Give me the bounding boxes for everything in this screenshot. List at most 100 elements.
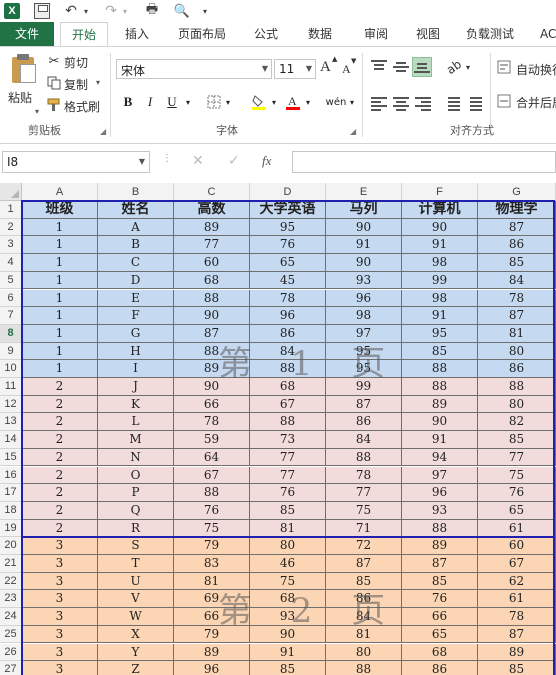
table-cell[interactable]: 84 (326, 431, 402, 449)
table-cell[interactable]: 96 (326, 289, 402, 308)
table-cell[interactable]: W (98, 608, 174, 626)
table-cell[interactable]: 78 (478, 608, 556, 626)
table-cell[interactable]: 85 (478, 661, 556, 675)
shrink-font-button[interactable]: A (342, 62, 351, 77)
row-header[interactable]: 17 (0, 484, 22, 502)
table-cell[interactable]: 88 (250, 413, 326, 432)
table-cell[interactable]: 90 (402, 413, 478, 432)
table-cell[interactable]: 90 (250, 625, 326, 644)
table-cell[interactable]: 87 (478, 218, 556, 237)
table-cell[interactable]: E (98, 289, 174, 308)
table-cell[interactable]: 46 (250, 555, 326, 573)
increase-indent-icon[interactable] (464, 95, 482, 111)
table-cell[interactable]: 73 (250, 431, 326, 449)
table-cell[interactable]: 88 (402, 378, 478, 396)
table-cell[interactable]: 89 (174, 643, 250, 662)
italic-button[interactable]: I (142, 93, 158, 111)
table-cell[interactable]: 88 (250, 360, 326, 378)
bold-button[interactable]: B (120, 93, 136, 111)
phonetic-dropdown-icon[interactable]: ▾ (348, 93, 356, 111)
table-cell[interactable]: 60 (174, 254, 250, 272)
table-cell[interactable]: Z (98, 661, 174, 675)
tab-page-layout[interactable]: 页面布局 (170, 22, 234, 46)
row-header[interactable]: 2 (0, 218, 22, 237)
drag-handle-icon[interactable]: ⋮ (162, 153, 172, 164)
table-cell[interactable]: 76 (174, 501, 250, 520)
table-cell[interactable]: 88 (402, 519, 478, 538)
copy-button[interactable]: 复制 (64, 76, 88, 93)
table-cell[interactable]: 1 (22, 342, 98, 361)
align-top-icon[interactable] (370, 59, 388, 75)
format-painter-button[interactable]: 格式刷 (64, 98, 100, 115)
tab-home[interactable]: 开始 (60, 22, 108, 47)
table-cell[interactable]: 87 (402, 555, 478, 573)
table-cell[interactable]: A (98, 218, 174, 237)
merge-center-button[interactable]: 合并后居 (516, 94, 556, 111)
table-cell[interactable]: 91 (326, 236, 402, 255)
table-cell[interactable]: 89 (478, 643, 556, 662)
table-cell[interactable]: 77 (174, 236, 250, 255)
borders-icon[interactable] (206, 93, 222, 111)
column-header-g[interactable]: G (478, 183, 556, 201)
tab-insert[interactable]: 插入 (117, 22, 157, 46)
undo-dropdown-icon[interactable]: ▾ (82, 3, 90, 19)
table-cell[interactable]: 88 (174, 289, 250, 308)
table-cell[interactable]: 88 (478, 378, 556, 396)
table-cell[interactable]: 81 (174, 572, 250, 591)
row-header[interactable]: 23 (0, 590, 22, 609)
table-cell[interactable]: 1 (22, 218, 98, 237)
table-cell[interactable]: 85 (402, 342, 478, 361)
table-cell[interactable]: 45 (250, 271, 326, 290)
font-launcher-icon[interactable]: ◢ (350, 127, 356, 136)
table-cell[interactable]: 3 (22, 625, 98, 644)
table-cell[interactable]: 89 (174, 218, 250, 237)
table-cell[interactable]: 2 (22, 501, 98, 520)
align-bottom-icon[interactable] (412, 57, 432, 77)
table-cell[interactable]: 2 (22, 395, 98, 414)
cut-button[interactable]: 剪切 (64, 54, 88, 71)
table-cell[interactable]: 3 (22, 661, 98, 675)
table-cell[interactable]: 80 (326, 643, 402, 662)
row-header[interactable]: 5 (0, 271, 22, 290)
table-cell[interactable]: O (98, 466, 174, 485)
table-cell[interactable]: M (98, 431, 174, 449)
table-cell[interactable]: 97 (402, 466, 478, 485)
orientation-dropdown-icon[interactable]: ▾ (464, 61, 472, 73)
table-cell[interactable]: 98 (402, 254, 478, 272)
table-cell[interactable]: 84 (478, 271, 556, 290)
table-cell[interactable]: 84 (250, 342, 326, 361)
table-cell[interactable]: 79 (174, 625, 250, 644)
table-cell[interactable]: R (98, 519, 174, 538)
table-cell[interactable]: 90 (174, 378, 250, 396)
underline-dropdown-icon[interactable]: ▾ (184, 93, 192, 111)
column-header-c[interactable]: C (174, 183, 250, 201)
column-header-f[interactable]: F (402, 183, 478, 201)
cancel-icon[interactable]: ✕ (192, 153, 204, 169)
column-header-e[interactable]: E (326, 183, 402, 201)
format-painter-icon[interactable] (46, 97, 62, 113)
table-cell[interactable]: 77 (250, 466, 326, 485)
row-header[interactable]: 9 (0, 342, 22, 361)
customize-toolbar-icon[interactable]: ▾ (200, 3, 210, 19)
table-cell[interactable]: 1 (22, 360, 98, 378)
table-cell[interactable]: 78 (478, 289, 556, 308)
tab-load-test[interactable]: 负载测试 (460, 22, 520, 46)
table-cell[interactable]: B (98, 236, 174, 255)
excel-app-icon[interactable]: X (4, 3, 20, 19)
align-right-icon[interactable] (414, 95, 432, 111)
table-cell[interactable]: 60 (478, 537, 556, 555)
enter-icon[interactable]: ✓ (228, 153, 240, 169)
fill-color-icon[interactable] (250, 93, 268, 111)
column-title-cell[interactable]: 高数 (174, 201, 250, 219)
clipboard-launcher-icon[interactable]: ◢ (100, 127, 106, 136)
table-cell[interactable]: 88 (174, 484, 250, 502)
column-header-a[interactable]: A (22, 183, 98, 201)
table-cell[interactable]: 86 (402, 661, 478, 675)
row-header[interactable]: 7 (0, 307, 22, 325)
table-cell[interactable]: D (98, 271, 174, 290)
font-color-dropdown-icon[interactable]: ▾ (304, 93, 312, 111)
paste-icon[interactable] (8, 53, 38, 85)
table-cell[interactable]: 78 (174, 413, 250, 432)
table-cell[interactable]: V (98, 590, 174, 609)
table-cell[interactable]: 86 (478, 236, 556, 255)
